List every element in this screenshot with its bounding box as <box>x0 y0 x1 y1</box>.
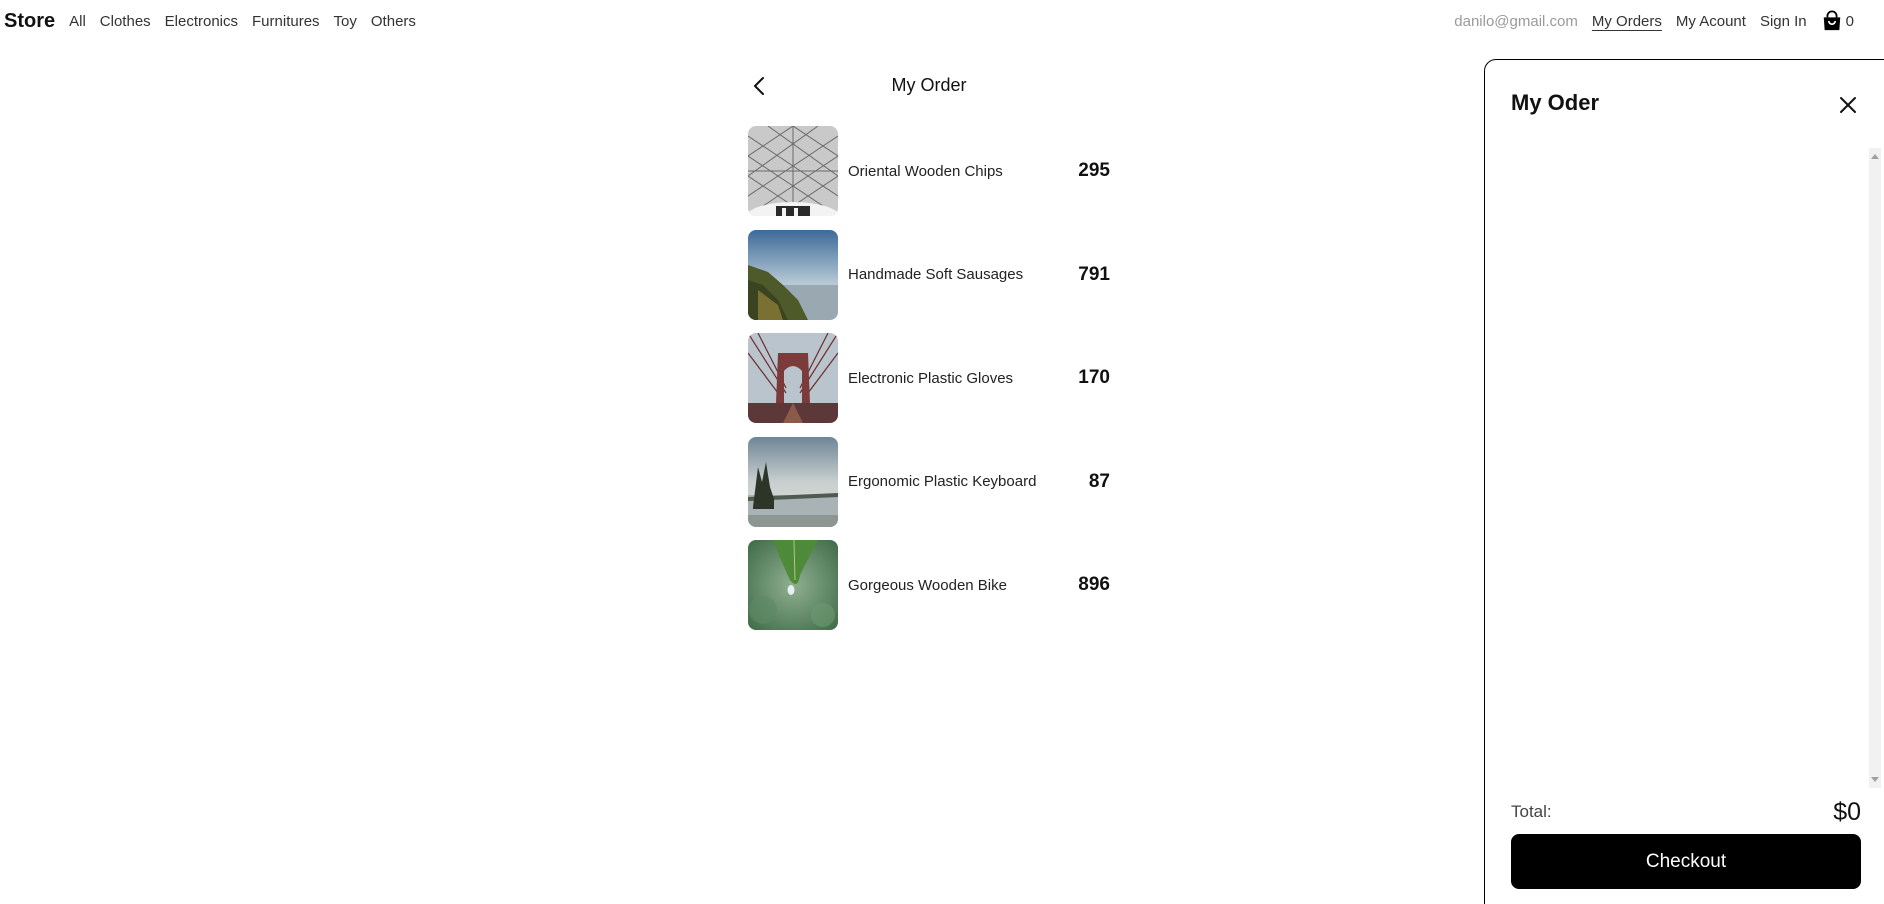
nav-left: Store All Clothes Electronics Furnitures… <box>4 10 430 33</box>
order-item: Handmade Soft Sausages 791 <box>748 229 1110 320</box>
product-price: 295 <box>1078 160 1110 181</box>
order-list: Oriental Wooden Chips 295 Handmade Soft … <box>748 126 1110 644</box>
nav-category-toy[interactable]: Toy <box>334 13 357 30</box>
order-header: My Order <box>748 70 1110 102</box>
total-value: $0 <box>1833 797 1861 826</box>
product-name: Gorgeous Wooden Bike <box>848 576 1007 594</box>
panel-title: My Oder <box>1511 90 1600 115</box>
user-email: danilo@gmail.com <box>1454 12 1578 30</box>
product-image <box>748 333 838 423</box>
navbar: Store All Clothes Electronics Furnitures… <box>0 0 1884 42</box>
order-item: Ergonomic Plastic Keyboard 87 <box>748 436 1110 527</box>
product-name: Handmade Soft Sausages <box>848 266 1024 283</box>
nav-category-others[interactable]: Others <box>371 13 416 30</box>
product-image <box>748 540 838 630</box>
shopping-bag-icon <box>1823 10 1840 31</box>
product-name: Ergonomic Plastic Keyboard <box>848 473 1037 490</box>
product-price: 896 <box>1078 574 1110 595</box>
panel-scrollbar[interactable] <box>1869 148 1881 788</box>
cart-button[interactable]: 0 <box>1821 10 1854 32</box>
nav-category-clothes[interactable]: Clothes <box>100 13 151 30</box>
nav-sign-in[interactable]: Sign In <box>1760 13 1807 30</box>
nav-my-orders[interactable]: My Orders <box>1592 13 1662 30</box>
close-button[interactable] <box>1835 92 1861 118</box>
order-item: Gorgeous Wooden Bike 896 <box>748 540 1110 630</box>
product-image <box>748 126 838 216</box>
scroll-up-icon[interactable] <box>1871 154 1879 159</box>
total-row: Total: $0 <box>1511 795 1861 829</box>
cart-count: 0 <box>1845 12 1854 30</box>
close-icon <box>1840 97 1856 113</box>
brand-logo[interactable]: Store <box>4 10 55 33</box>
nav-category-all[interactable]: All <box>69 13 86 30</box>
product-price: 170 <box>1078 367 1110 388</box>
scroll-down-icon[interactable] <box>1871 777 1879 782</box>
nav-my-account[interactable]: My Acount <box>1676 13 1746 30</box>
total-label: Total: <box>1511 802 1552 821</box>
order-item: Oriental Wooden Chips 295 <box>748 126 1110 216</box>
product-image <box>748 229 838 320</box>
product-name: Oriental Wooden Chips <box>848 162 1003 180</box>
nav-right: danilo@gmail.com My Orders My Acount Sig… <box>1454 10 1854 32</box>
nav-category-electronics[interactable]: Electronics <box>165 13 238 30</box>
order-item: Electronic Plastic Gloves 170 <box>748 333 1110 423</box>
product-price: 791 <box>1078 263 1110 285</box>
product-image <box>748 436 838 527</box>
product-name: Electronic Plastic Gloves <box>848 369 1014 387</box>
checkout-button[interactable]: Checkout <box>1511 834 1861 889</box>
order-title: My Order <box>891 75 967 95</box>
product-price: 87 <box>1088 470 1110 492</box>
nav-category-furnitures[interactable]: Furnitures <box>252 13 320 30</box>
checkout-side-panel: My Oder Total: $0 Checkout <box>1484 59 1884 904</box>
